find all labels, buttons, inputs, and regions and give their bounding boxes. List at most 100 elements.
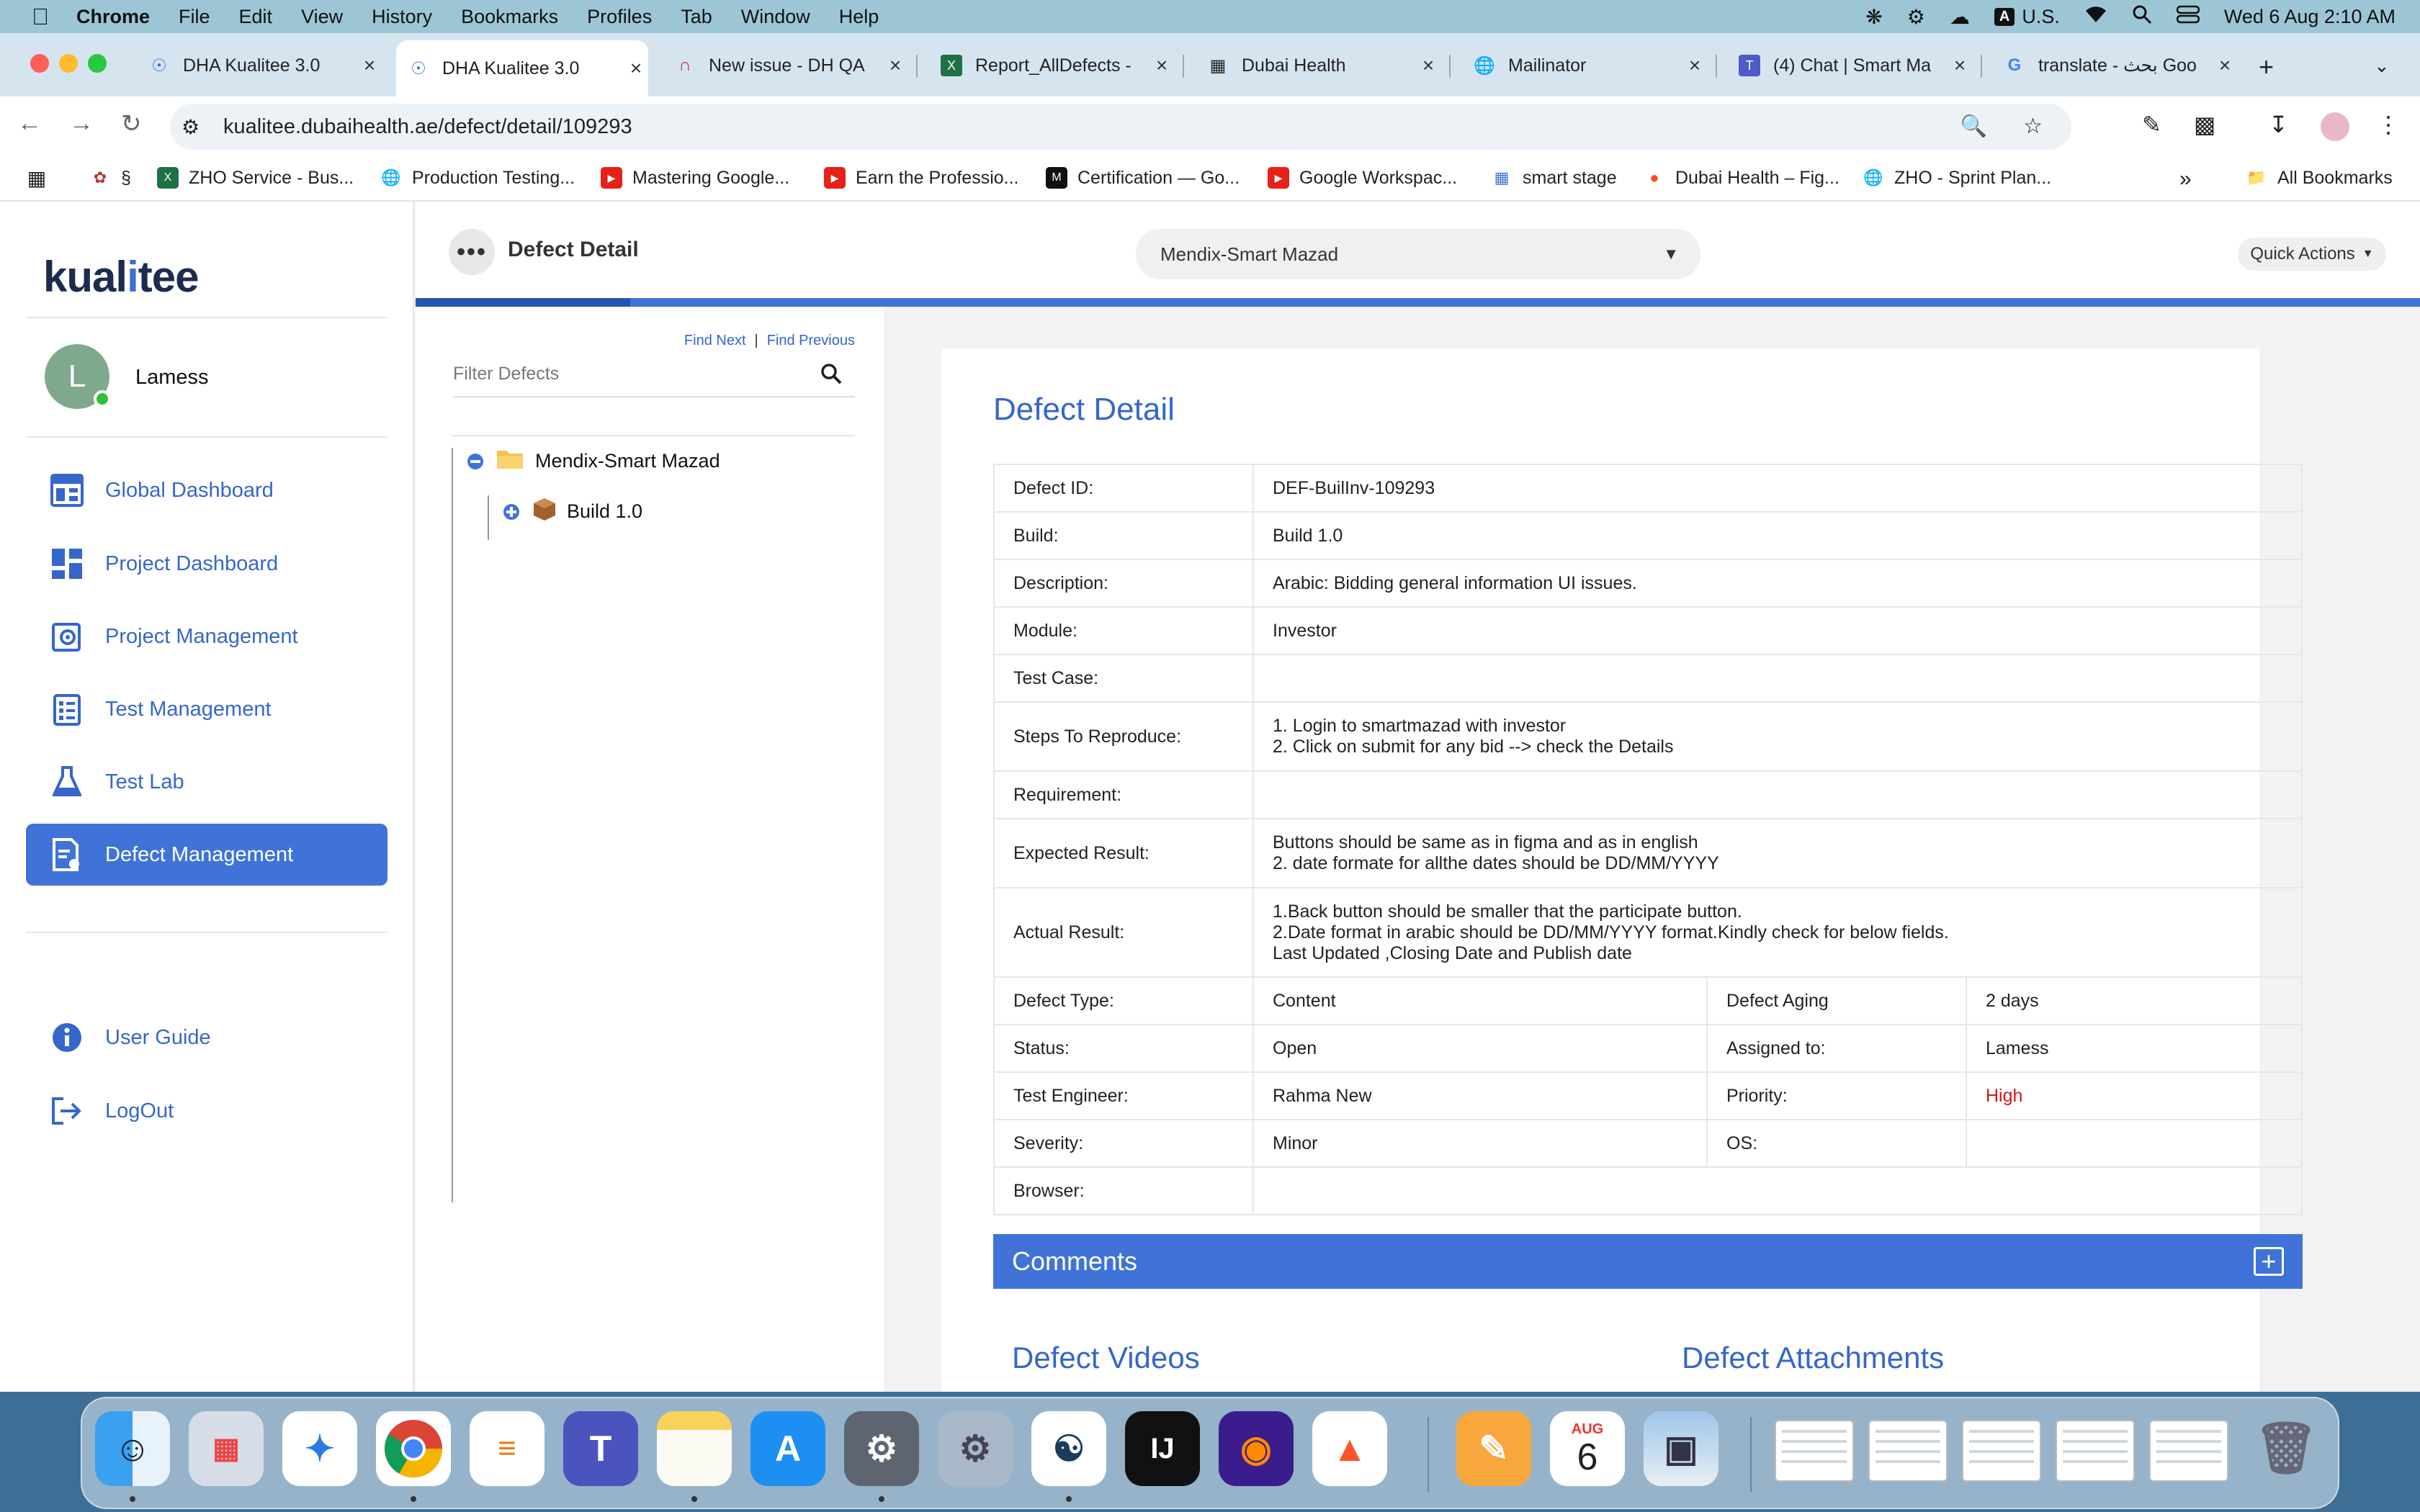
- tab-search-chevron-icon[interactable]: ⌄: [2374, 55, 2390, 77]
- collapse-icon[interactable]: [467, 453, 483, 469]
- window-thumbnail[interactable]: [2056, 1420, 2135, 1482]
- launchpad-icon[interactable]: ▦: [189, 1411, 264, 1486]
- zoom-icon[interactable]: 🔍: [1960, 114, 1987, 139]
- close-tab-icon[interactable]: ×: [1682, 54, 1707, 77]
- bookmark-item[interactable]: 🌐 Production Testing...: [380, 167, 575, 189]
- tree-node-build[interactable]: Build 1.0: [503, 497, 642, 526]
- nav-test-management[interactable]: Test Management: [26, 678, 387, 740]
- tab-teams-chat[interactable]: T (4) Chat | Smart Ma ×: [1727, 42, 1972, 89]
- download-icon[interactable]: ↧: [2269, 111, 2288, 138]
- spotlight-search-icon[interactable]: [2132, 4, 2152, 30]
- new-tab-icon[interactable]: +: [2259, 52, 2274, 82]
- menu-window[interactable]: Window: [741, 6, 810, 28]
- all-bookmarks[interactable]: 📁 All Bookmarks: [2246, 167, 2392, 189]
- finder-icon[interactable]: ☺: [95, 1411, 170, 1486]
- reload-icon[interactable]: ↻: [121, 109, 142, 138]
- menu-edit[interactable]: Edit: [239, 6, 273, 28]
- nav-logout[interactable]: LogOut: [26, 1080, 387, 1142]
- bookmark-item[interactable]: X ZHO Service - Bus...: [157, 167, 354, 189]
- menu-help[interactable]: Help: [839, 6, 879, 28]
- firefox-icon[interactable]: ◉: [1219, 1411, 1294, 1486]
- input-source[interactable]: A U.S.: [1994, 6, 2060, 28]
- window-thumbnail[interactable]: [1962, 1420, 2041, 1482]
- menu-app-name[interactable]: Chrome: [76, 6, 150, 28]
- extensions-puzzle-icon[interactable]: ▩: [2194, 111, 2215, 138]
- tab-kualitee-2[interactable]: ☉ DHA Kualitee 3.0 ×: [396, 40, 648, 96]
- nav-project-dashboard[interactable]: Project Dashboard: [26, 533, 387, 595]
- pages-icon[interactable]: ✎: [1456, 1411, 1531, 1486]
- status-tool-icon[interactable]: ⚙: [1907, 5, 1925, 29]
- bookmark-item[interactable]: ▶ Mastering Google...: [601, 167, 789, 189]
- bookmark-star-icon[interactable]: ☆: [2023, 114, 2043, 139]
- close-tab-icon[interactable]: ×: [624, 57, 648, 80]
- bookmark-item[interactable]: ▦ smart stage: [1491, 167, 1617, 189]
- close-tab-icon[interactable]: ×: [883, 54, 908, 77]
- menu-file[interactable]: File: [179, 6, 210, 28]
- calendar-icon[interactable]: AUG 6: [1550, 1411, 1625, 1486]
- address-bar[interactable]: ⚙ kualitee.dubaihealth.ae/defect/detail/…: [170, 104, 2071, 150]
- close-tab-icon[interactable]: ×: [2213, 54, 2237, 77]
- eyedropper-extension-icon[interactable]: ✎: [2142, 111, 2161, 138]
- profile-avatar-icon[interactable]: [2321, 112, 2349, 141]
- intellij-icon[interactable]: IJ: [1125, 1411, 1200, 1486]
- nav-project-management[interactable]: Project Management: [26, 606, 387, 667]
- more-menu-icon[interactable]: ⋮: [2377, 111, 2400, 138]
- status-cloud-icon[interactable]: ☁: [1950, 5, 1970, 29]
- nav-user-guide[interactable]: User Guide: [26, 1007, 387, 1068]
- bookmark-item[interactable]: ▶ Google Workspac...: [1268, 167, 1457, 189]
- add-comment-icon[interactable]: +: [2254, 1247, 2284, 1276]
- project-selector[interactable]: Mendix-Smart Mazad ▼: [1136, 229, 1700, 279]
- nav-global-dashboard[interactable]: Global Dashboard: [26, 459, 387, 521]
- close-tab-icon[interactable]: ×: [357, 54, 382, 77]
- preview-icon[interactable]: ▣: [1644, 1411, 1718, 1486]
- more-options-icon[interactable]: •••: [449, 229, 495, 275]
- nav-test-lab[interactable]: Test Lab: [26, 751, 387, 813]
- settings-gear-icon[interactable]: ⚙: [938, 1411, 1013, 1486]
- teams-icon[interactable]: T: [563, 1411, 638, 1486]
- expand-icon[interactable]: [503, 503, 519, 520]
- control-center-icon[interactable]: [2176, 5, 2200, 29]
- bookmark-item[interactable]: ● Dubai Health – Fig...: [1644, 167, 1839, 189]
- more-bookmarks-icon[interactable]: »: [2179, 167, 2192, 192]
- kualitee-logo[interactable]: kualitee: [43, 252, 199, 302]
- avatar[interactable]: L: [45, 344, 111, 409]
- tree-node-project[interactable]: Mendix-Smart Mazad: [467, 448, 720, 474]
- tab-report[interactable]: X Report_AllDefects - ×: [929, 42, 1174, 89]
- bookmark-item[interactable]: ▶ Earn the Professio...: [824, 167, 1019, 189]
- bookmark-item[interactable]: ✿ §: [89, 167, 131, 189]
- brave-icon[interactable]: ▲: [1312, 1411, 1387, 1486]
- app-store-icon[interactable]: A: [750, 1411, 825, 1486]
- tab-kualitee-1[interactable]: ☉ DHA Kualitee 3.0 ×: [137, 42, 382, 89]
- status-app-icon[interactable]: ❋: [1865, 5, 1882, 29]
- window-thumbnail[interactable]: [1775, 1420, 1854, 1482]
- search-icon[interactable]: [820, 363, 842, 390]
- close-tab-icon[interactable]: ×: [1150, 54, 1174, 77]
- menu-tab[interactable]: Tab: [681, 6, 712, 28]
- bookmark-item[interactable]: 🌐 ZHO - Sprint Plan...: [1863, 167, 2051, 189]
- window-thumbnail[interactable]: [2149, 1420, 2228, 1482]
- apps-grid-icon[interactable]: ▦: [26, 167, 58, 189]
- menu-view[interactable]: View: [301, 6, 343, 28]
- menu-bookmarks[interactable]: Bookmarks: [461, 6, 558, 28]
- chrome-icon[interactable]: [376, 1411, 451, 1486]
- wifi-icon[interactable]: [2084, 5, 2107, 29]
- site-info-icon[interactable]: ⚙: [182, 115, 210, 139]
- minimize-window-button[interactable]: [59, 54, 78, 73]
- tab-dubai-health[interactable]: ▦ Dubai Health ×: [1196, 42, 1440, 89]
- quick-actions-button[interactable]: Quick Actions ▼: [2238, 238, 2386, 271]
- tab-new-issue[interactable]: ∩ New issue - DH QA ×: [663, 42, 908, 89]
- system-settings-icon[interactable]: ⚙: [844, 1411, 919, 1486]
- menu-history[interactable]: History: [372, 6, 432, 28]
- apple-icon[interactable]: : [26, 4, 55, 30]
- notes-icon[interactable]: [657, 1411, 732, 1486]
- close-tab-icon[interactable]: ×: [1416, 54, 1440, 77]
- find-previous-link[interactable]: Find Previous: [767, 333, 855, 349]
- vpn-globe-icon[interactable]: ☯: [1031, 1411, 1106, 1486]
- nav-defect-management[interactable]: Defect Management: [26, 824, 387, 886]
- comments-section-header[interactable]: Comments +: [993, 1234, 2303, 1289]
- close-tab-icon[interactable]: ×: [1948, 54, 1972, 77]
- zoom-window-button[interactable]: [88, 54, 107, 73]
- clock[interactable]: Wed 6 Aug 2:10 AM: [2224, 6, 2396, 28]
- user-name[interactable]: Lamess: [135, 366, 209, 390]
- safari-icon[interactable]: ✦: [282, 1411, 357, 1486]
